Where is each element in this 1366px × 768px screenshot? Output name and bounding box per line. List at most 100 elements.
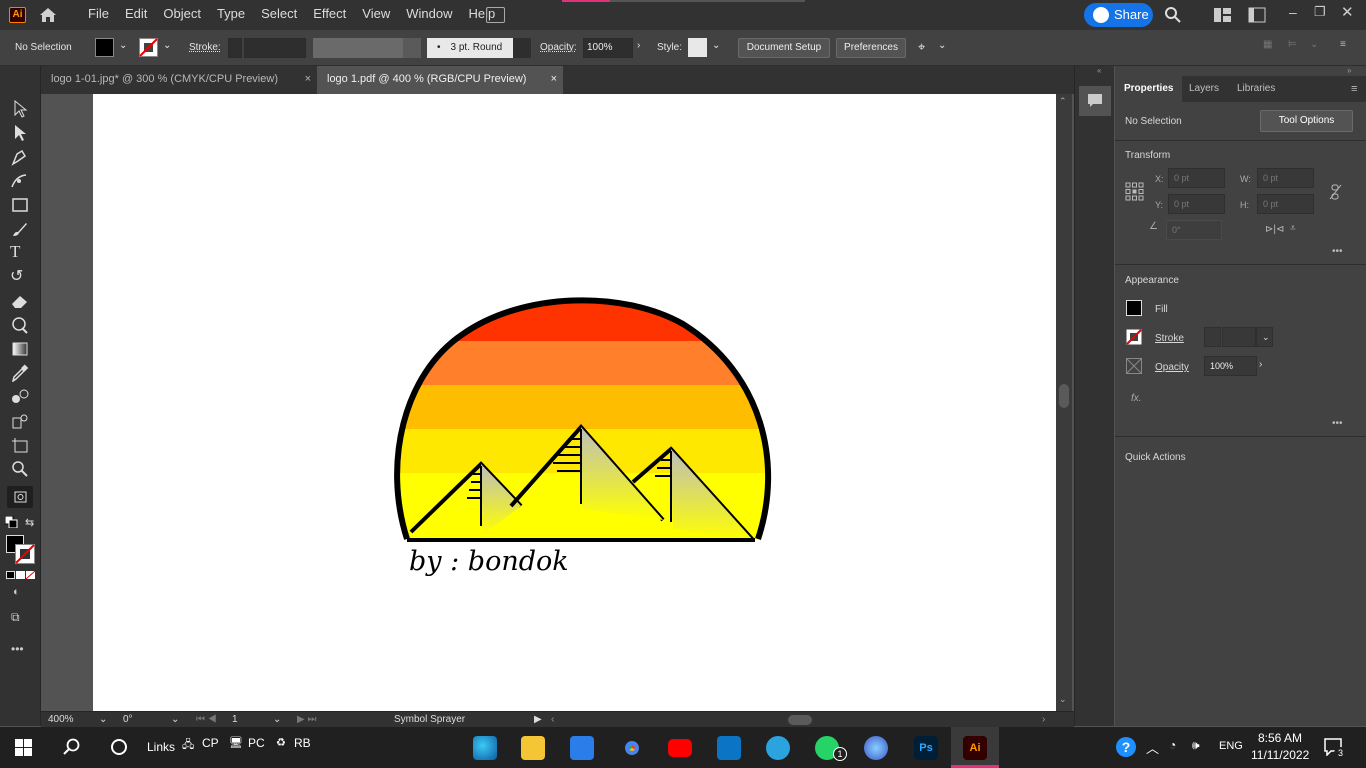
tab-layers[interactable]: Layers	[1180, 76, 1228, 102]
home-icon[interactable]	[38, 6, 58, 24]
none-mode-icon[interactable]	[26, 571, 35, 579]
cp-shortcut[interactable]: CP	[202, 736, 219, 750]
opacity-expand-icon[interactable]: ›	[1259, 359, 1262, 370]
stroke-dropdown-icon[interactable]: ⌄	[163, 40, 171, 51]
distribute-icon[interactable]: ⊨	[1288, 39, 1297, 50]
variable-width-profile[interactable]	[313, 38, 403, 58]
zoom-dropdown-icon[interactable]: ⌄	[99, 714, 107, 725]
rectangle-tool-icon[interactable]	[10, 196, 30, 214]
appearance-fill-swatch[interactable]	[1126, 300, 1142, 316]
photoshop-icon[interactable]: Ps	[914, 736, 938, 760]
tab-logo-pdf[interactable]: logo 1.pdf @ 400 % (RGB/CPU Preview) ×	[317, 66, 563, 94]
swap-colors-icon[interactable]: ⇆	[25, 516, 34, 529]
menu-window[interactable]: Window	[398, 0, 460, 30]
angle-dropdown-icon[interactable]: ⌄	[171, 714, 179, 725]
paintbrush-tool-icon[interactable]	[10, 220, 30, 238]
menu-file[interactable]: File	[80, 0, 117, 30]
w-input[interactable]: 0 pt	[1257, 168, 1314, 188]
clock-date[interactable]: 11/11/2022	[1251, 748, 1309, 762]
selection-tool-icon[interactable]	[10, 100, 30, 118]
cortana-icon[interactable]	[110, 738, 128, 756]
rotate-input[interactable]: 0°	[1166, 220, 1222, 240]
menu-select[interactable]: Select	[253, 0, 305, 30]
edit-toolbar-button[interactable]	[7, 486, 33, 508]
appearance-more-icon[interactable]: •••	[1332, 418, 1343, 429]
zoom-tool-icon[interactable]	[10, 460, 30, 478]
youtube-icon[interactable]	[668, 739, 692, 757]
constrain-proportions-icon[interactable]	[1329, 184, 1343, 200]
artboard-number[interactable]: 1	[232, 714, 238, 725]
restore-icon[interactable]: ❐	[1314, 4, 1326, 20]
x-input[interactable]: 0 pt	[1168, 168, 1225, 188]
scroll-up-icon[interactable]: ⌃	[1059, 96, 1067, 107]
flip-vertical-icon[interactable]: ⩡	[1290, 223, 1296, 234]
help-icon[interactable]: ?	[1116, 737, 1136, 757]
more-tools-icon[interactable]: •••	[11, 642, 24, 656]
close-tab-icon[interactable]: ×	[551, 66, 557, 92]
tool-options-button[interactable]: Tool Options	[1260, 110, 1353, 132]
gradient-mode-icon[interactable]	[16, 571, 25, 579]
chrome-icon[interactable]	[620, 736, 644, 760]
scroll-down-icon[interactable]: ⌄	[1059, 694, 1067, 705]
stroke-weight-stepper[interactable]	[228, 38, 242, 58]
pc-shortcut[interactable]: PC	[248, 736, 265, 750]
fill-swatch[interactable]	[95, 38, 114, 57]
next-artboard-icon[interactable]: ▶ ⏭	[297, 714, 316, 725]
appearance-stroke-swatch[interactable]	[1126, 329, 1142, 345]
panel-layout-icon[interactable]	[1248, 7, 1266, 23]
align-icon[interactable]: ⌖	[918, 39, 925, 55]
file-explorer-icon[interactable]	[521, 736, 545, 760]
collapse-panel-icon[interactable]: »	[1347, 66, 1351, 75]
rotate-tool-icon[interactable]: ↺	[10, 266, 30, 285]
pc-shortcut-icon[interactable]: 🖥	[229, 736, 243, 749]
opacity-input[interactable]: 100%	[1204, 356, 1257, 376]
illustrator-taskbar-item[interactable]: Ai	[951, 727, 999, 768]
expand-dock-icon[interactable]: «	[1097, 66, 1101, 75]
opacity-label[interactable]: Opacity:	[540, 42, 577, 53]
artboard[interactable]: by : bondok	[93, 94, 1056, 711]
h-input[interactable]: 0 pt	[1257, 194, 1314, 214]
screen-mode-icon[interactable]: ⧉	[11, 610, 20, 625]
reference-point-icon[interactable]	[1125, 182, 1144, 201]
search-icon[interactable]	[1164, 6, 1182, 24]
stroke-stepper[interactable]	[1204, 327, 1221, 347]
horizontal-scroll-thumb[interactable]	[788, 715, 812, 725]
style-swatch[interactable]	[688, 38, 707, 57]
rb-shortcut[interactable]: RB	[294, 736, 311, 750]
tab-libraries[interactable]: Libraries	[1228, 76, 1284, 102]
arrange-icon[interactable]: ▦	[1263, 39, 1272, 50]
type-tool-icon[interactable]: T	[10, 242, 30, 261]
rotate-view-angle[interactable]: 0°	[123, 714, 133, 725]
artboard-tool-icon[interactable]	[10, 436, 30, 454]
arrange-documents-icon[interactable]	[486, 7, 505, 23]
edge-icon[interactable]	[473, 736, 497, 760]
flip-horizontal-icon[interactable]: ⊳|⊲	[1265, 224, 1284, 235]
status-menu-icon[interactable]: ▶	[534, 714, 542, 725]
windows-start-icon[interactable]	[15, 739, 32, 756]
stroke-swatch[interactable]	[139, 38, 158, 57]
search-icon[interactable]	[63, 738, 81, 756]
tab-properties[interactable]: Properties	[1115, 76, 1183, 102]
blend-tool-icon[interactable]	[10, 388, 30, 406]
menu-object[interactable]: Object	[155, 0, 209, 30]
stroke-dropdown-icon[interactable]: ⌄	[1256, 327, 1273, 347]
brush-dropdown[interactable]	[513, 38, 531, 58]
scroll-thumb[interactable]	[1059, 384, 1069, 408]
panel-options-icon[interactable]: ≡	[1351, 83, 1357, 95]
stroke-weight-input[interactable]	[1222, 327, 1256, 347]
artwork-caption[interactable]: by : bondok	[409, 546, 569, 577]
warp-tool-icon[interactable]	[10, 316, 30, 334]
opacity-label[interactable]: Opacity	[1155, 362, 1189, 373]
color-mode-icon[interactable]	[6, 571, 15, 579]
transform-more-icon[interactable]: •••	[1332, 246, 1343, 257]
brush-definition[interactable]: • 3 pt. Round	[427, 38, 513, 58]
opacity-expand-icon[interactable]: ›	[637, 40, 640, 51]
wifi-icon[interactable]: ◔	[1169, 738, 1176, 752]
stroke-label[interactable]: Stroke:	[189, 42, 221, 53]
default-colors-icon[interactable]	[5, 516, 19, 528]
document-setup-button[interactable]: Document Setup	[738, 38, 830, 58]
comments-panel-button[interactable]	[1079, 86, 1111, 116]
gradient-tool-icon[interactable]	[10, 340, 30, 358]
microsoft-store-icon[interactable]	[570, 736, 594, 760]
artboard-dropdown-icon[interactable]: ⌄	[273, 714, 281, 725]
